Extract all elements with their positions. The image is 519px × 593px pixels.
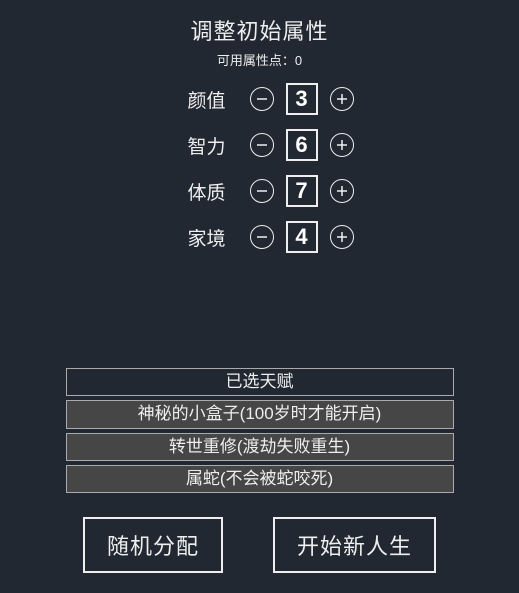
attribute-value: 4 <box>286 221 318 253</box>
minus-icon <box>256 231 268 243</box>
header: 调整初始属性 可用属性点：0 <box>0 0 519 69</box>
plus-icon <box>336 231 348 243</box>
random-button[interactable]: 随机分配 <box>83 517 223 573</box>
talents-header: 已选天赋 <box>66 368 454 396</box>
decrement-button[interactable] <box>250 133 274 157</box>
footer: 随机分配 开始新人生 <box>0 517 519 573</box>
plus-icon <box>336 93 348 105</box>
available-points-value: 0 <box>295 53 302 68</box>
attribute-value: 6 <box>286 129 318 161</box>
page-title: 调整初始属性 <box>0 14 519 46</box>
decrement-button[interactable] <box>250 225 274 249</box>
attribute-value: 7 <box>286 175 318 207</box>
start-button[interactable]: 开始新人生 <box>273 517 436 573</box>
increment-button[interactable] <box>330 87 354 111</box>
decrement-button[interactable] <box>250 87 274 111</box>
plus-icon <box>336 185 348 197</box>
minus-icon <box>256 185 268 197</box>
increment-button[interactable] <box>330 133 354 157</box>
attribute-row-charm: 颜值 3 <box>110 83 410 115</box>
attribute-label: 家境 <box>166 224 226 251</box>
minus-icon <box>256 93 268 105</box>
attributes-panel: 颜值 3 智力 6 体质 7 家境 4 <box>0 83 519 253</box>
increment-button[interactable] <box>330 179 354 203</box>
decrement-button[interactable] <box>250 179 274 203</box>
available-points: 可用属性点：0 <box>0 50 519 69</box>
talent-item[interactable]: 属蛇(不会被蛇咬死) <box>66 465 454 493</box>
attribute-label: 颜值 <box>166 86 226 113</box>
talent-item[interactable]: 神秘的小盒子(100岁时才能开启) <box>66 400 454 428</box>
increment-button[interactable] <box>330 225 354 249</box>
attribute-row-intelligence: 智力 6 <box>110 129 410 161</box>
attribute-label: 智力 <box>166 132 226 159</box>
attribute-row-money: 家境 4 <box>110 221 410 253</box>
plus-icon <box>336 139 348 151</box>
minus-icon <box>256 139 268 151</box>
talent-item[interactable]: 转世重修(渡劫失败重生) <box>66 433 454 461</box>
attribute-label: 体质 <box>166 178 226 205</box>
attribute-value: 3 <box>286 83 318 115</box>
available-points-label: 可用属性点 <box>217 53 282 68</box>
talents-panel: 已选天赋 神秘的小盒子(100岁时才能开启) 转世重修(渡劫失败重生) 属蛇(不… <box>0 368 519 493</box>
attribute-row-strength: 体质 7 <box>110 175 410 207</box>
